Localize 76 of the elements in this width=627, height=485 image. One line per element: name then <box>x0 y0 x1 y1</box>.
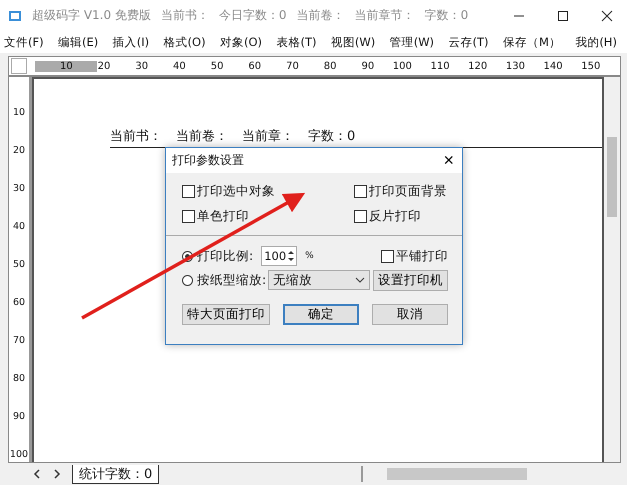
ruler-label: 70 <box>285 60 299 72</box>
ruler-label: 10 <box>12 107 26 120</box>
menu-item[interactable]: 保存（M） <box>502 34 561 50</box>
title-info: 当前卷： <box>296 7 345 24</box>
unit-label: % <box>305 251 314 261</box>
ruler-label: 130 <box>504 60 525 72</box>
title-info: 今日字数：0 <box>218 7 287 24</box>
dialog-button[interactable]: 确定 <box>283 304 359 325</box>
ruler-label: 140 <box>542 60 563 72</box>
ruler-label: 70 <box>12 335 26 348</box>
menu-item[interactable]: 管理(W) <box>390 34 434 50</box>
ruler-label: 60 <box>12 297 26 310</box>
ruler-label: 100 <box>392 60 412 72</box>
checkbox[interactable] <box>354 210 367 223</box>
menu-item[interactable]: 表格(T) <box>276 34 316 50</box>
ruler-label: 90 <box>360 60 374 72</box>
menu-item[interactable]: 视图(W) <box>330 34 376 50</box>
chevron-down-icon <box>355 277 366 283</box>
ruler-label: 10 <box>58 60 73 72</box>
close-button[interactable]: × <box>435 150 462 171</box>
ruler-label: 40 <box>172 60 186 72</box>
ruler-label: 110 <box>429 60 450 72</box>
checkbox-label: 打印选中对象 <box>197 183 275 200</box>
ruler-label: 50 <box>12 259 26 272</box>
radio-label: 按纸型缩放: <box>195 272 266 288</box>
title-info: 当前书： <box>160 7 209 24</box>
title-info: 当前章节： <box>354 7 415 24</box>
header-text: 当前书： <box>110 128 162 145</box>
scale-spinbox[interactable]: 100 <box>261 246 298 266</box>
checkbox[interactable] <box>182 185 195 198</box>
window-title: 超级码字 V1.0 免费版 <box>32 7 151 24</box>
ruler-label: 20 <box>12 145 26 158</box>
dialog-button[interactable]: 特大页面打印 <box>182 304 270 325</box>
close-icon[interactable] <box>601 10 613 22</box>
app-icon <box>8 8 22 22</box>
next-icon[interactable] <box>52 469 62 479</box>
menu-item[interactable]: 格式(O) <box>164 34 206 50</box>
menu-item[interactable]: 插入(I) <box>112 34 150 50</box>
ruler-label: 30 <box>12 183 26 196</box>
menu-item[interactable]: 我的(H) <box>575 34 617 50</box>
checkbox[interactable] <box>354 185 367 198</box>
ruler-label: 80 <box>12 373 26 386</box>
maximize-icon[interactable] <box>557 10 569 22</box>
checkbox[interactable] <box>381 250 394 262</box>
checkbox-label: 单色打印 <box>197 208 249 225</box>
header-text: 字数：0 <box>308 128 356 145</box>
checkbox-label: 平铺打印 <box>396 248 448 264</box>
spin-arrows-icon[interactable] <box>286 249 296 263</box>
ruler-label: 50 <box>210 60 224 72</box>
checkbox-label: 打印页面背景 <box>369 183 447 200</box>
menu-item[interactable]: 对象(O) <box>220 34 262 50</box>
scale-dropdown[interactable]: 无缩放 <box>268 270 370 290</box>
previous-icon[interactable] <box>32 469 42 479</box>
checkbox[interactable] <box>182 210 195 223</box>
title-info: 字数：0 <box>424 7 468 24</box>
menu-item[interactable]: 文件(F) <box>4 34 44 50</box>
header-text: 当前章： <box>242 128 294 145</box>
header-text: 当前卷： <box>176 128 228 145</box>
ruler-label: 120 <box>467 60 488 72</box>
radio-button[interactable] <box>182 274 193 286</box>
ruler-label: 80 <box>322 60 336 72</box>
printer-setup-button[interactable]: 设置打印机 <box>373 270 448 290</box>
ruler-label: 20 <box>96 60 110 72</box>
ruler-label: 90 <box>12 411 26 424</box>
menu-item[interactable]: 云存(T) <box>448 34 488 50</box>
ruler-label: 100 <box>9 449 29 462</box>
dialog-title: 打印参数设置 <box>172 152 244 169</box>
ruler-label: 60 <box>247 60 262 72</box>
ruler-label: 40 <box>12 221 26 234</box>
ruler-corner <box>11 58 27 74</box>
sheet-tab[interactable]: 统计字数：0 <box>72 464 160 484</box>
menu-item[interactable]: 编辑(E) <box>58 34 98 50</box>
dialog-button[interactable]: 取消 <box>372 304 448 325</box>
ruler-label: 150 <box>580 60 600 72</box>
checkbox-label: 反片打印 <box>369 208 421 225</box>
ruler-label: 30 <box>134 60 148 72</box>
